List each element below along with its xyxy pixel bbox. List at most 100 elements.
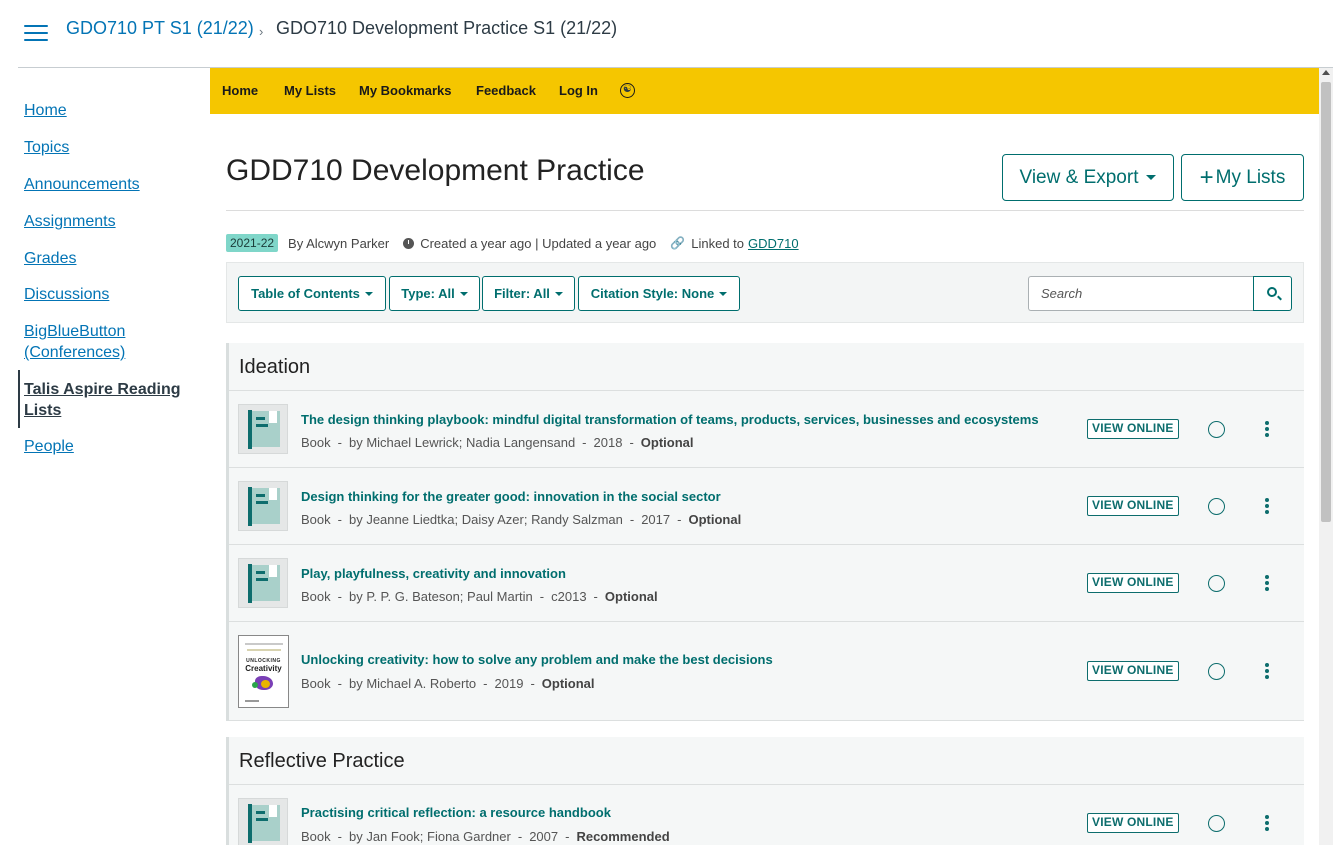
more-options-icon[interactable] [1263,663,1271,681]
course-nav-people[interactable]: People [24,436,194,457]
link-icon: 🔗 [670,236,686,250]
course-nav-announcements[interactable]: Announcements [24,174,194,195]
talis-nav-my-bookmarks[interactable]: My Bookmarks [359,83,451,98]
item-meta: Book - by Michael Lewrick; Nadia Langensan… [301,435,694,450]
item-importance: Optional [541,676,595,691]
list-item: Design thinking for the greater good: in… [229,468,1304,545]
item-authors: by Jan Fook; Fiona Gardner [348,829,511,844]
item-authors: by Michael A. Roberto [348,676,477,691]
accessibility-icon[interactable]: ☯ [620,83,635,98]
view-export-button[interactable]: View & Export [1002,154,1174,201]
linked-module-link[interactable]: GDD710 [748,236,799,251]
item-importance: Optional [604,589,658,604]
table-of-contents-label: Table of Contents [251,286,360,301]
filter-dropdown[interactable]: Filter: All [482,276,575,311]
view-online-button[interactable]: VIEW ONLINE [1087,573,1179,593]
search-input[interactable] [1028,276,1254,311]
mark-read-radio[interactable] [1208,498,1225,515]
item-meta: Book - by Michael A. Roberto -2019- Optional [301,676,595,691]
list-item: Practising critical reflection: a resour… [229,785,1304,845]
course-nav-discussions[interactable]: Discussions [24,284,194,305]
view-online-button[interactable]: VIEW ONLINE [1087,496,1179,516]
mark-read-radio[interactable] [1208,815,1225,832]
scroll-up-arrow-icon[interactable] [1322,70,1330,75]
search-icon [1267,287,1277,297]
list-item: The design thinking playbook: mindful di… [229,391,1304,468]
breadcrumb-course-link[interactable]: GDO710 PT S1 (21/22) [66,18,254,39]
citation-style-dropdown[interactable]: Citation Style: None [578,276,740,311]
list-title: GDD710 Development Practice [226,154,645,187]
list-author: By Alcwyn Parker [288,235,390,251]
course-nav-talis-aspire[interactable]: Talis Aspire Reading Lists [24,379,194,421]
talis-nav-my-lists[interactable]: My Lists [284,83,336,98]
mark-read-radio[interactable] [1208,421,1225,438]
item-meta: Book - by Jan Fook; Fiona Gardner -2007- Rec… [301,829,670,844]
item-title-link[interactable]: Play, playfulness, creativity and innova… [301,566,566,581]
item-year: 2007 [529,829,559,844]
chevron-down-icon [364,291,373,296]
chevron-down-icon [719,291,728,296]
list-metadata: 2021-22 By Alcwyn Parker Created a year … [226,234,799,252]
section-reflective-practice: Reflective Practice Practising critical … [226,737,1304,845]
item-importance: Recommended [576,829,670,844]
my-lists-button-label: My Lists [1215,166,1286,188]
title-divider [226,210,1304,211]
type-filter-label: Type: All [401,286,455,301]
more-options-icon[interactable] [1263,421,1271,439]
linked-to-label: Linked to [691,235,745,251]
view-export-label: View & Export [1019,166,1139,188]
mark-read-radio[interactable] [1208,575,1225,592]
year-badge: 2021-22 [226,234,279,252]
book-cover-image: UNLOCKING Creativity [238,635,289,708]
talis-nav-feedback[interactable]: Feedback [476,83,536,98]
add-to-my-lists-button[interactable]: + My Lists [1181,154,1304,201]
section-heading: Ideation [229,343,1304,391]
talis-nav-home[interactable]: Home [222,83,258,98]
talis-top-nav: Home My Lists My Bookmarks Feedback Log … [210,68,1319,114]
item-title-link[interactable]: Practising critical reflection: a resour… [301,805,611,820]
list-item: UNLOCKING Creativity Unlocking creativit… [229,622,1304,721]
item-year: c2013 [551,589,587,604]
course-nav-topics[interactable]: Topics [24,137,194,158]
more-options-icon[interactable] [1263,498,1271,516]
view-online-button[interactable]: VIEW ONLINE [1087,661,1179,681]
item-title-link[interactable]: Design thinking for the greater good: in… [301,489,721,504]
item-importance: Optional [640,435,694,450]
list-toolbar: Table of Contents Type: All Filter: All … [226,262,1304,323]
item-title-link[interactable]: The design thinking playbook: mindful di… [301,412,1039,427]
item-title-link[interactable]: Unlocking creativity: how to solve any p… [301,652,773,667]
chevron-down-icon [459,291,468,296]
book-cover-icon [238,558,288,608]
course-nav-grades[interactable]: Grades [24,248,194,269]
item-meta: Book - by Jeanne Liedtka; Daisy Azer; Rand… [301,512,742,527]
course-nav-assignments[interactable]: Assignments [24,211,194,232]
talis-nav-log-in[interactable]: Log In [559,83,598,98]
item-year: 2019 [494,676,524,691]
type-filter-dropdown[interactable]: Type: All [389,276,480,311]
chevron-down-icon [554,291,563,296]
mark-read-radio[interactable] [1208,663,1225,680]
item-authors: by P. P. G. Bateson; Paul Martin [348,589,533,604]
item-type: Book [301,435,331,450]
cover-text-line-2: Creativity [245,664,282,673]
book-cover-icon [238,404,288,454]
scrollbar-thumb[interactable] [1321,82,1331,522]
list-item: Play, playfulness, creativity and innova… [229,545,1304,622]
item-type: Book [301,676,331,691]
reading-list-frame: Home My Lists My Bookmarks Feedback Log … [210,68,1319,845]
course-header: GDO710 PT S1 (21/22) › GDO710 Developmen… [0,0,1333,68]
more-options-icon[interactable] [1263,815,1271,833]
search-button[interactable] [1253,276,1292,311]
course-nav-home[interactable]: Home [24,100,194,121]
course-nav-bigbluebutton[interactable]: BigBlueButton (Conferences) [24,321,194,363]
item-meta: Book - by P. P. G. Bateson; Paul Martin - c2… [301,589,658,604]
view-online-button[interactable]: VIEW ONLINE [1087,419,1179,439]
item-authors: by Jeanne Liedtka; Daisy Azer; Randy Sal… [348,512,623,527]
item-authors: by Michael Lewrick; Nadia Langensand [348,435,576,450]
hamburger-menu-icon[interactable] [24,25,48,43]
item-type: Book [301,512,331,527]
table-of-contents-dropdown[interactable]: Table of Contents [238,276,386,311]
section-heading: Reflective Practice [229,737,1304,785]
more-options-icon[interactable] [1263,575,1271,593]
view-online-button[interactable]: VIEW ONLINE [1087,813,1179,833]
